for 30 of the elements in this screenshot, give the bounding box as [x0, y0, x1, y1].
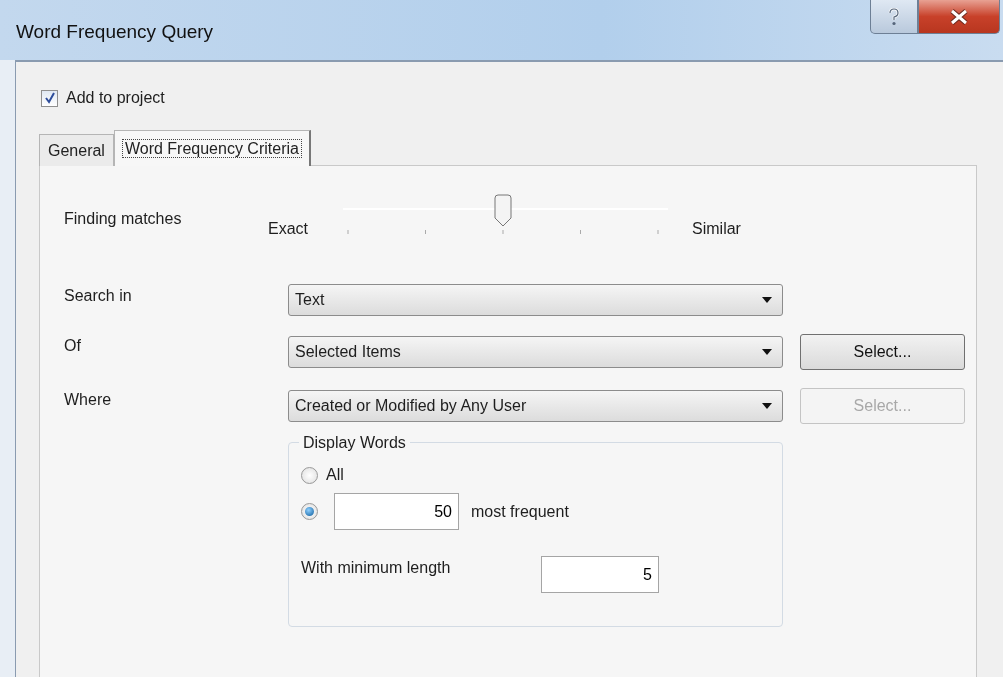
dropdown-arrow-icon [762, 297, 772, 303]
help-icon [888, 7, 900, 26]
checkbox-label: Add to project [66, 88, 165, 108]
radio-button[interactable] [301, 466, 318, 484]
dropdown-arrow-icon [762, 403, 772, 409]
field-label: Search in [64, 286, 133, 306]
field-label: Where [64, 390, 113, 410]
slider-min-label: Exact [268, 219, 308, 239]
slider-thumb[interactable] [494, 194, 512, 227]
checkbox[interactable] [41, 89, 58, 107]
slider-max-label: Similar [692, 219, 741, 239]
number-field[interactable]: 5 [541, 556, 659, 593]
field-label: With minimum length [301, 558, 452, 578]
select-button[interactable]: Select... [800, 334, 965, 370]
tab[interactable]: Word Frequency Criteria [113, 130, 311, 166]
radio-label: most frequent [471, 501, 569, 522]
field-label: Of [64, 336, 82, 356]
window-title: Word Frequency Query [16, 20, 214, 44]
dropdown[interactable]: Created or Modified by Any User [288, 390, 783, 422]
radio-button[interactable] [301, 503, 318, 520]
dropdown-arrow-icon [762, 349, 772, 355]
dropdown[interactable]: Text [288, 284, 783, 316]
close-button[interactable] [918, 0, 1000, 34]
close-icon [950, 8, 968, 25]
number-field[interactable]: 50 [334, 493, 459, 530]
field-label: Finding matches [64, 209, 183, 229]
tab[interactable]: General [39, 134, 114, 166]
radio-label: All [326, 465, 344, 485]
help-button[interactable] [870, 0, 918, 34]
dropdown[interactable]: Selected Items [288, 336, 783, 368]
